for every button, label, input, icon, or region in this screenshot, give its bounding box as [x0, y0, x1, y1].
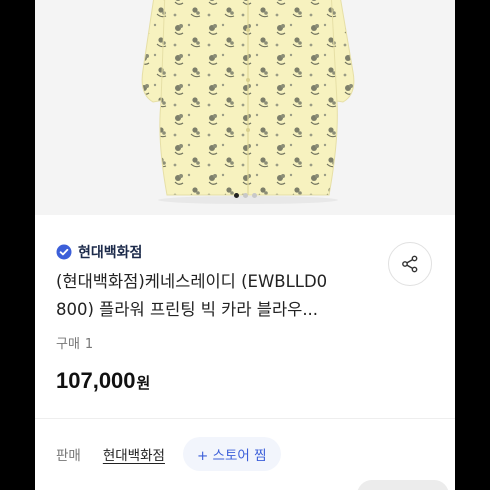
purchase-count-value: 1: [84, 337, 94, 352]
floating-button[interactable]: [357, 480, 449, 490]
price-currency: 원: [136, 374, 151, 392]
share-icon: [402, 255, 418, 273]
seller-store-link[interactable]: 현대백화점: [103, 444, 165, 464]
seller-row: 판매 현대백화점 + 스토어 찜: [56, 437, 281, 471]
carousel-dot: [251, 193, 257, 198]
store-badge[interactable]: 현대백화점: [56, 242, 142, 262]
check-badge-icon: [56, 244, 72, 260]
price: 107,000 원: [56, 368, 150, 394]
price-value: 107,000: [56, 368, 136, 393]
store-follow-button[interactable]: + 스토어 찜: [182, 437, 281, 471]
product-title-line-2: 800) 플라워 프린팅 빅 카라 블라우...: [56, 300, 319, 319]
purchase-count: 구매 1: [56, 333, 93, 352]
carousel-indicator: [35, 193, 455, 198]
divider: [35, 418, 455, 419]
product-detail-screen: 현대백화점 (현대백화점)케네스레이디 (EWBLLD0 800) 플라워 프린…: [35, 0, 455, 490]
product-image-carousel[interactable]: [35, 0, 455, 215]
purchase-label: 구매: [56, 337, 80, 352]
carousel-dot-active: [233, 193, 239, 198]
share-button[interactable]: [388, 242, 432, 286]
product-image: [141, 0, 355, 204]
product-title-line-1: (현대백화점)케네스레이디 (EWBLLD0: [56, 272, 328, 291]
product-title: (현대백화점)케네스레이디 (EWBLLD0 800) 플라워 프린팅 빅 카라…: [56, 268, 386, 324]
carousel-dot: [242, 193, 248, 198]
store-name: 현대백화점: [78, 245, 143, 261]
seller-label: 판매: [56, 448, 81, 464]
